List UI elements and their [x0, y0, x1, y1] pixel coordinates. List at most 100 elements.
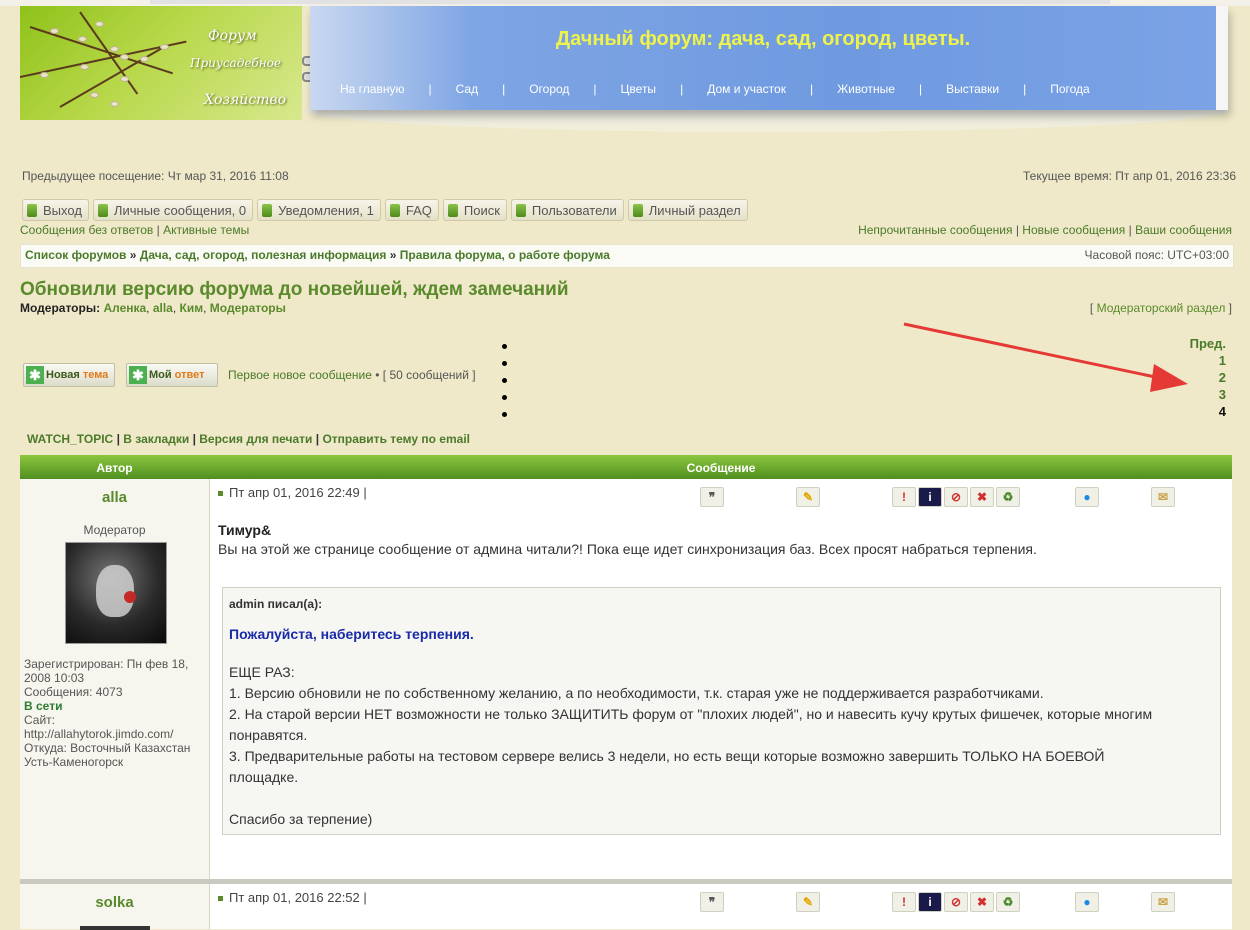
- post-author[interactable]: alla: [20, 489, 209, 506]
- scrollbar[interactable]: [150, 0, 1110, 4]
- notifications-button[interactable]: Уведомления, 1: [257, 199, 381, 221]
- ban-icon[interactable]: ♻: [996, 892, 1020, 912]
- unread-link[interactable]: Непрочитанные сообщения: [858, 223, 1012, 237]
- search-button[interactable]: Поиск: [442, 199, 507, 221]
- post-link-icon[interactable]: [218, 491, 223, 497]
- private-messages-button[interactable]: Личные сообщения, 0: [92, 199, 254, 221]
- site-title: Дачный форум: дача, сад, огород, цветы.: [555, 28, 971, 50]
- moderators: Модераторы: Аленка, alla, Ким, Модератор…: [20, 301, 286, 315]
- posts-table: Автор Сообщение alla Модератор Зарегистр…: [20, 455, 1232, 930]
- post-link-icon[interactable]: [218, 896, 223, 902]
- nav-flowers[interactable]: Цветы: [621, 82, 657, 96]
- nav-exhibitions[interactable]: Выставки: [946, 82, 999, 96]
- pager-page-2[interactable]: 2: [1190, 369, 1226, 386]
- ucp-icon: [632, 203, 643, 217]
- messages-icon: [97, 203, 108, 217]
- nav-home[interactable]: На главную: [340, 82, 404, 96]
- notifications-icon: [262, 203, 273, 217]
- current-time: Текущее время: Пт апр 01, 2016 23:36: [1023, 169, 1236, 183]
- breadcrumb-index[interactable]: Список форумов: [25, 248, 126, 262]
- pm-icon[interactable]: ●: [1075, 892, 1099, 912]
- nav-garden[interactable]: Сад: [456, 82, 478, 96]
- pm-icon[interactable]: ●: [1075, 487, 1099, 507]
- your-posts-link[interactable]: Ваши сообщения: [1135, 223, 1232, 237]
- author-info: Зарегистрирован: Пн фев 18, 2008 10:03 С…: [24, 657, 208, 769]
- pager-current: 4: [1218, 404, 1226, 419]
- moderator-section-link[interactable]: Модераторский раздел: [1097, 301, 1226, 315]
- user-toolbar: Выход Личные сообщения, 0 Уведомления, 1…: [22, 199, 748, 221]
- post: alla Модератор Зарегистрирован: Пн фев 1…: [20, 479, 1232, 879]
- members-button[interactable]: Пользователи: [510, 199, 624, 221]
- ban-icon[interactable]: ♻: [996, 487, 1020, 507]
- active-topics-link[interactable]: Активные темы: [163, 223, 249, 237]
- avatar: [80, 926, 150, 930]
- pagination-bullets: [502, 338, 507, 429]
- nav-animals[interactable]: Животные: [837, 82, 895, 96]
- search-links-left: Сообщения без ответов | Активные темы: [20, 223, 250, 237]
- breadcrumb-forum[interactable]: Правила форума, о работе форума: [400, 248, 610, 262]
- red-arrow-annotation: [903, 322, 1188, 392]
- forum-logo[interactable]: Форум Приусадебное Хозяйство: [20, 6, 302, 120]
- nav-weather[interactable]: Погода: [1050, 82, 1090, 96]
- email-icon[interactable]: ✉: [1151, 892, 1175, 912]
- header-banner: Дачный форум: дача, сад, огород, цветы. …: [310, 6, 1228, 110]
- bookmark-link[interactable]: В закладки: [123, 432, 189, 446]
- banner-curl: [305, 110, 1230, 132]
- report-icon[interactable]: !: [892, 487, 916, 507]
- avatar: [65, 542, 167, 644]
- faq-icon: [389, 203, 400, 217]
- logo-text-3: Хозяйство: [204, 92, 287, 108]
- post-author-panel: solka: [20, 884, 210, 930]
- logo-text-1: Форум: [208, 28, 257, 44]
- search-links-right: Непрочитанные сообщения | Новые сообщени…: [858, 223, 1232, 237]
- reply-button[interactable]: ✱ Мой ответ: [126, 363, 218, 387]
- print-link[interactable]: Версия для печати: [199, 432, 312, 446]
- post-body: Пт апр 01, 2016 22:52 | ❞ ✎ ! i ⊘ ✖ ♻ ● …: [210, 884, 1232, 929]
- warn-icon[interactable]: ⊘: [944, 487, 968, 507]
- delete-icon[interactable]: ✖: [970, 892, 994, 912]
- breadcrumb-category[interactable]: Дача, сад, огород, полезная информация: [140, 248, 387, 262]
- pager-page-1[interactable]: 1: [1190, 352, 1226, 369]
- first-new-link[interactable]: Первое новое сообщение: [228, 368, 372, 382]
- warn-icon[interactable]: ⊘: [944, 892, 968, 912]
- timezone: Часовой пояс: UTC+03:00: [1084, 248, 1229, 262]
- moderator-link[interactable]: Аленка: [103, 301, 146, 315]
- email-topic-link[interactable]: Отправить тему по email: [322, 432, 470, 446]
- post: solka Пт апр 01, 2016 22:52 | ❞ ✎ ! i ⊘ …: [20, 884, 1232, 930]
- topic-title[interactable]: Обновили версию форума до новейшей, ждем…: [20, 279, 569, 301]
- new-topic-button[interactable]: ✱ Новая тема: [23, 363, 115, 387]
- watch-topic-link[interactable]: WATCH_TOPIC: [27, 432, 113, 446]
- unanswered-link[interactable]: Сообщения без ответов: [20, 223, 153, 237]
- author-rank: Модератор: [83, 523, 146, 537]
- table-header: Автор Сообщение: [20, 455, 1232, 479]
- author-website[interactable]: http://allahytorok.jimdo.com/: [24, 727, 173, 741]
- info-icon[interactable]: i: [918, 487, 942, 507]
- moderator-link[interactable]: Ким: [180, 301, 204, 315]
- logout-icon: [27, 203, 37, 217]
- pager-page-3[interactable]: 3: [1190, 386, 1226, 403]
- breadcrumb: Список форумов » Дача, сад, огород, поле…: [20, 244, 1234, 268]
- edit-icon[interactable]: ✎: [796, 487, 820, 507]
- pager-prev[interactable]: Пред.: [1190, 335, 1226, 352]
- quote-icon[interactable]: ❞: [700, 487, 724, 507]
- report-icon[interactable]: !: [892, 892, 916, 912]
- info-icon[interactable]: i: [918, 892, 942, 912]
- new-topic-icon: ✱: [26, 366, 44, 384]
- nav-vegetable[interactable]: Огород: [529, 82, 569, 96]
- reply-icon: ✱: [129, 366, 147, 384]
- logout-button[interactable]: Выход: [22, 199, 89, 221]
- topic-tools: WATCH_TOPIC | В закладки | Версия для пе…: [27, 432, 470, 446]
- site-header: Форум Приусадебное Хозяйство Дачный фору…: [20, 6, 1230, 138]
- moderator-link[interactable]: alla: [153, 301, 173, 315]
- ucp-button[interactable]: Личный раздел: [627, 199, 748, 221]
- quote-icon[interactable]: ❞: [700, 892, 724, 912]
- new-posts-link[interactable]: Новые сообщения: [1022, 223, 1125, 237]
- quote-bold-line: Пожалуйста, наберитесь терпения.: [229, 626, 474, 642]
- nav-house[interactable]: Дом и участок: [707, 82, 786, 96]
- post-author[interactable]: solka: [20, 894, 209, 911]
- delete-icon[interactable]: ✖: [970, 487, 994, 507]
- email-icon[interactable]: ✉: [1151, 487, 1175, 507]
- moderator-link[interactable]: Модераторы: [210, 301, 286, 315]
- edit-icon[interactable]: ✎: [796, 892, 820, 912]
- faq-button[interactable]: FAQ: [384, 199, 439, 221]
